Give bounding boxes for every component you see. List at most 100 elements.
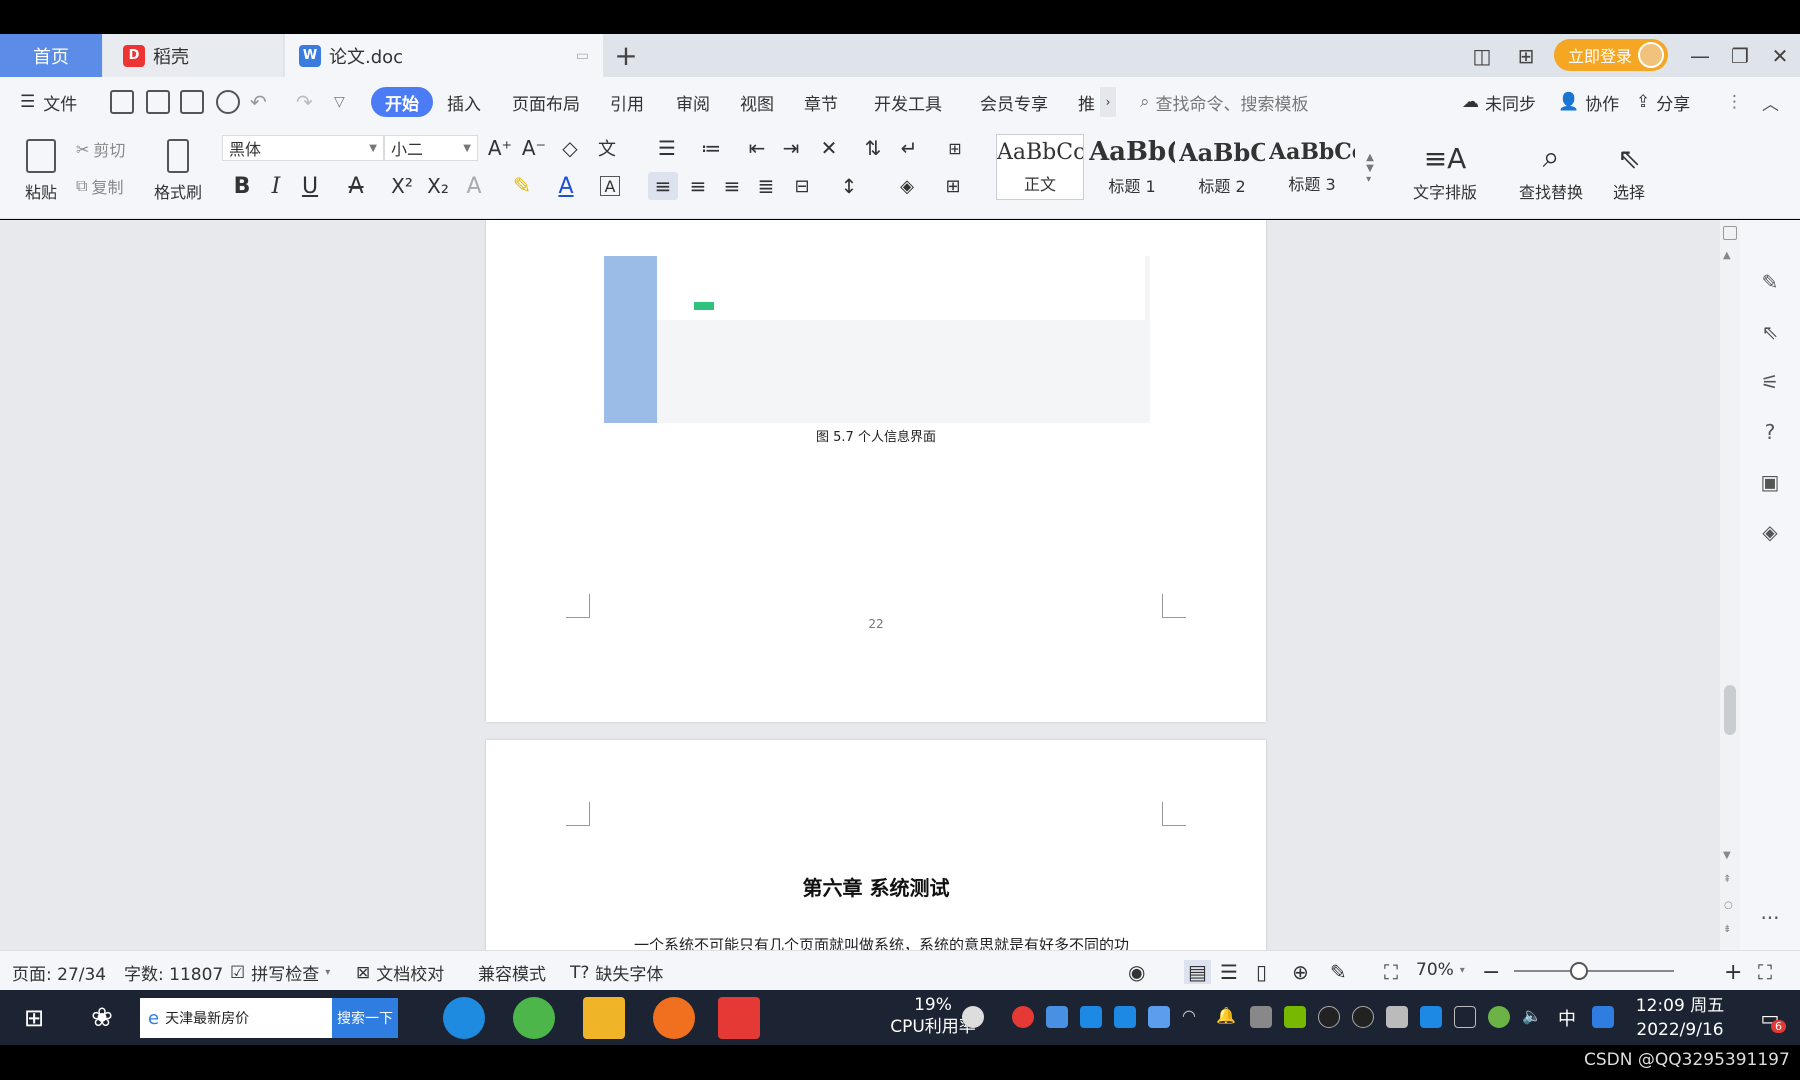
zoom-slider-knob[interactable] — [1570, 962, 1588, 980]
superscript-icon[interactable]: X² — [388, 172, 416, 200]
tray-app-icon[interactable] — [1250, 1006, 1272, 1028]
tab-daoke[interactable]: D 稻壳 — [103, 34, 283, 77]
word-count[interactable]: 字数: 11807 — [124, 960, 223, 985]
tab-developer[interactable]: 开发工具 — [874, 87, 942, 117]
web-view-icon[interactable]: ⊕ — [1292, 960, 1309, 984]
style-heading-3[interactable]: AaBbCcl 标题 3 — [1268, 134, 1356, 200]
read-view-icon[interactable]: ▯ — [1256, 960, 1267, 984]
save-icon[interactable] — [110, 90, 134, 114]
style-normal[interactable]: AaBbCcI 正文 — [996, 134, 1084, 200]
taskbar-search[interactable]: e 天津最新房价 搜索一下 — [140, 998, 398, 1038]
tray-app-icon[interactable] — [1046, 1006, 1068, 1028]
text-effect-icon[interactable]: A — [460, 172, 488, 200]
phonetic-guide-icon[interactable]: 文 — [590, 135, 624, 161]
paste-button[interactable]: 粘贴 — [14, 133, 68, 203]
minimize-button[interactable]: — — [1680, 34, 1720, 77]
spell-check-button[interactable]: ☑ 拼写检查 ▾ — [230, 960, 330, 986]
font-size-select[interactable]: 小二 ▼ — [384, 135, 478, 161]
page-22[interactable]: 图 5.7 个人信息界面 22 — [486, 220, 1266, 722]
qq-icon[interactable] — [1352, 1006, 1374, 1028]
align-center-icon[interactable]: ≡ — [684, 172, 712, 200]
pen-icon[interactable]: ✎ — [1758, 270, 1782, 294]
tab-recommend[interactable]: 推 — [1078, 87, 1095, 117]
underline-icon[interactable]: U — [296, 172, 324, 200]
file-explorer-icon[interactable] — [583, 997, 625, 1039]
volume-icon[interactable]: 🔈 — [1522, 1006, 1544, 1028]
missing-font-button[interactable]: T? 缺失字体 — [570, 960, 663, 986]
cut-button[interactable]: ✂ 剪切 — [76, 137, 125, 161]
zoom-in-button[interactable]: + — [1724, 960, 1742, 985]
page-23[interactable]: 第六章 系统测试 一个系统不可能只有几个页面就叫做系统，系统的意思就是有好多不同… — [486, 740, 1266, 950]
compass-icon[interactable]: ◈ — [1758, 520, 1782, 544]
close-button[interactable]: ✕ — [1760, 34, 1800, 77]
more-tools-icon[interactable]: ··· — [1758, 906, 1782, 930]
ruler-icon[interactable]: ⊞ — [940, 135, 970, 161]
reading-layout-icon[interactable]: ◫ — [1462, 34, 1502, 77]
copy-button[interactable]: ⧉ 复制 — [76, 174, 123, 198]
styles-scroll[interactable]: ▲ ▼ ▾ — [1362, 135, 1378, 201]
scroll-thumb[interactable] — [1724, 685, 1736, 735]
bell-icon[interactable]: 🔔 — [1216, 1006, 1238, 1028]
line-spacing-icon[interactable]: ↕ — [832, 172, 866, 200]
char-border-icon[interactable]: A — [600, 176, 620, 196]
fullscreen-icon[interactable]: ⛶ — [1758, 960, 1772, 984]
increase-indent-icon[interactable]: ⇥ — [778, 135, 804, 161]
new-tab-button[interactable]: + — [604, 34, 648, 77]
shrink-font-icon[interactable]: A⁻ — [520, 135, 548, 161]
tray-app-icon[interactable] — [1488, 1006, 1510, 1028]
customize-dropdown-icon[interactable]: ▽ — [334, 87, 345, 117]
proofread-button[interactable]: ⊠ 文档校对 — [356, 960, 444, 986]
tray-app-icon[interactable] — [1012, 1006, 1034, 1028]
monitor-icon[interactable]: ▭ — [576, 48, 589, 64]
borders-icon[interactable]: ⊞ — [936, 172, 970, 200]
undo-icon[interactable]: ↶ — [250, 87, 267, 117]
select-button[interactable]: ⇖ 选择 — [1600, 133, 1658, 203]
apps-grid-icon[interactable]: ⊞ — [1506, 34, 1546, 77]
tab-view[interactable]: 视图 — [740, 87, 774, 117]
outline-view-icon[interactable]: ☰ — [1220, 960, 1238, 984]
document-area[interactable]: 642246810121416182022242628303234363840 … — [0, 220, 1762, 950]
print-preview-icon[interactable] — [216, 90, 240, 114]
highlight-icon[interactable]: ✎ — [508, 172, 536, 200]
wifi-icon[interactable]: ◠ — [1182, 1006, 1204, 1028]
style-heading-2[interactable]: AaBbC 标题 2 — [1178, 134, 1266, 200]
clear-format-icon[interactable]: ◇ — [556, 135, 584, 161]
tab-insert[interactable]: 插入 — [447, 87, 481, 117]
app-orange-icon[interactable] — [653, 997, 695, 1039]
split-view-icon[interactable] — [1723, 226, 1737, 240]
scroll-up-icon[interactable]: ▲ — [1723, 250, 1731, 261]
restore-button[interactable]: ❐ — [1720, 34, 1760, 77]
input-method-icon[interactable] — [1592, 1006, 1614, 1028]
sort-icon[interactable]: ⇅ — [860, 135, 886, 161]
command-search[interactable]: ⌕ 查找命令、搜索模板 — [1140, 87, 1309, 117]
tab-document[interactable]: W 论文.doc ▭ — [285, 34, 603, 77]
system-clock[interactable]: 12:09 周五 2022/9/16 — [1630, 994, 1730, 1042]
page-indicator[interactable]: 页面: 27/34 — [12, 960, 106, 985]
image-tool-icon[interactable]: ▣ — [1758, 470, 1782, 494]
zoom-slider[interactable] — [1514, 970, 1674, 972]
zoom-select[interactable]: 70% ▾ — [1416, 960, 1465, 980]
ie-browser-icon[interactable] — [443, 997, 485, 1039]
bold-icon[interactable]: B — [228, 172, 256, 200]
export-pdf-icon[interactable] — [146, 90, 170, 114]
tab-review[interactable]: 审阅 — [676, 87, 710, 117]
login-button[interactable]: 立即登录 — [1554, 39, 1668, 71]
tab-references[interactable]: 引用 — [610, 87, 644, 117]
usb-icon[interactable] — [1454, 1006, 1476, 1028]
nvidia-icon[interactable] — [1284, 1006, 1306, 1028]
strikethrough-icon[interactable]: A — [342, 172, 370, 200]
distribute-icon[interactable]: ⊟ — [788, 172, 816, 200]
tray-app-icon[interactable] — [1114, 1006, 1136, 1028]
help-icon[interactable]: ? — [1758, 420, 1782, 444]
edit-view-icon[interactable]: ✎ — [1330, 960, 1347, 984]
tab-chapter[interactable]: 章节 — [804, 87, 838, 117]
collapse-ribbon-icon[interactable]: ︿ — [1762, 87, 1779, 117]
notification-center-icon[interactable]: ▭ 6 — [1750, 990, 1790, 1045]
tray-app-icon[interactable] — [1080, 1006, 1102, 1028]
subscript-icon[interactable]: X₂ — [424, 172, 452, 200]
bullet-list-icon[interactable]: ☰ — [652, 135, 682, 161]
qq-icon[interactable] — [1318, 1006, 1340, 1028]
print-icon[interactable] — [180, 90, 204, 114]
zoom-out-button[interactable]: − — [1482, 960, 1500, 985]
sync-button[interactable]: ☁ 未同步 — [1462, 87, 1536, 117]
